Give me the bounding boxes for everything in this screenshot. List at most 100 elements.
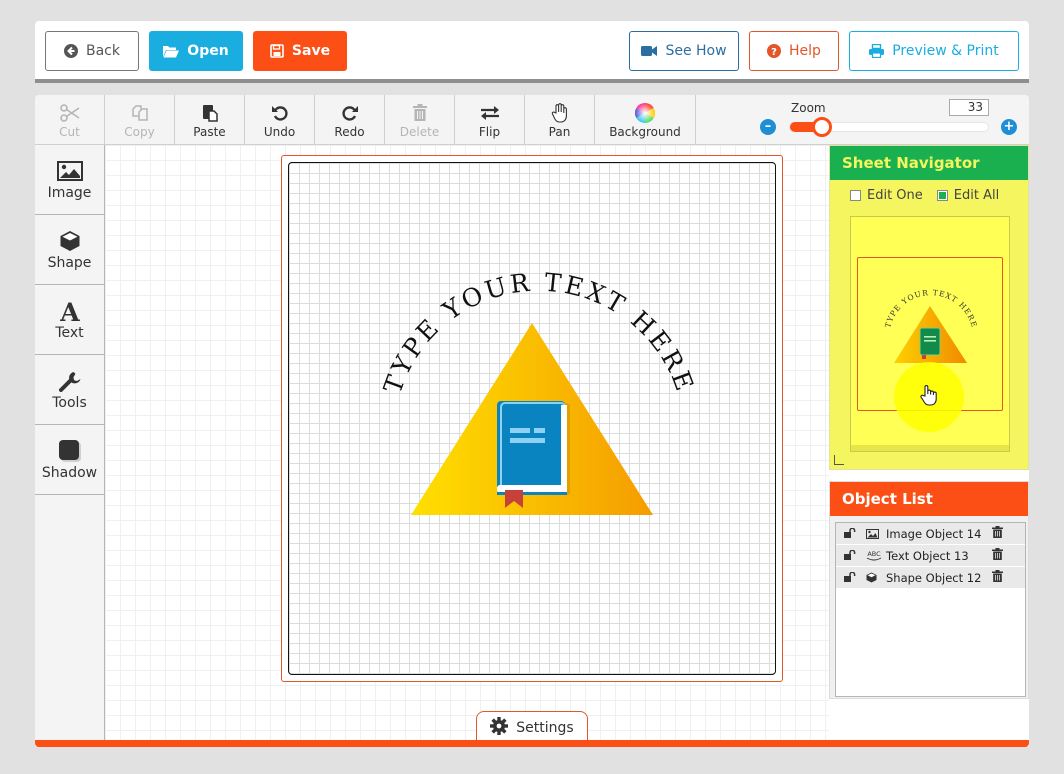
zoom-out-button[interactable]: – (760, 119, 776, 135)
edit-one-checkbox[interactable]: Edit One (850, 188, 923, 203)
object-list-item[interactable]: Image Object 14 (836, 523, 1025, 545)
canvas-workspace[interactable]: TYPE YOUR TEXT HERE Settings (105, 145, 829, 746)
navigator-resize-handle[interactable] (834, 455, 844, 465)
sidebar-item-label: Shadow (41, 464, 98, 481)
flip-arrows-icon (480, 103, 500, 123)
curved-text-icon: ABC (866, 550, 886, 561)
edit-all-label: Edit All (953, 188, 1000, 203)
sidebar-item-text[interactable]: A Text (35, 285, 104, 355)
background-button[interactable]: Background (595, 95, 696, 144)
thumbnail-book (919, 327, 941, 359)
open-button[interactable]: Open (149, 31, 243, 71)
design-canvas: TYPE YOUR TEXT HERE (378, 268, 697, 515)
preview-print-label: Preview & Print (892, 43, 999, 59)
see-how-button[interactable]: See How (629, 31, 739, 71)
sidebar-item-label: Text (55, 324, 84, 341)
object-name: Image Object 14 (886, 526, 982, 541)
sidebar-item-tools[interactable]: Tools (35, 355, 104, 425)
svg-text:ABC: ABC (867, 550, 881, 558)
image-icon (866, 528, 886, 539)
pan-button[interactable]: Pan (525, 95, 595, 144)
background-label: Background (609, 125, 681, 139)
zoom-slider-thumb[interactable] (812, 117, 832, 137)
folder-open-icon (163, 45, 180, 58)
question-circle-icon: ? (767, 44, 782, 58)
color-wheel-icon (635, 103, 655, 123)
preview-print-button[interactable]: Preview & Print (849, 31, 1019, 71)
object-list: Image Object 14 ABC Text Object 13 Shape… (835, 522, 1026, 697)
object-list-item[interactable]: ABC Text Object 13 (836, 545, 1025, 567)
hand-icon (551, 103, 569, 123)
unlock-icon[interactable] (844, 570, 860, 585)
object-list-item[interactable]: Shape Object 12 (836, 567, 1025, 589)
sheet-bleed-border: TYPE YOUR TEXT HERE (281, 155, 783, 682)
zoom-label: Zoom (791, 101, 826, 115)
edit-all-checkbox[interactable]: Edit All (936, 188, 1000, 203)
paste-label: Paste (193, 125, 226, 139)
object-name: Text Object 13 (886, 548, 969, 563)
hand-pointer-icon (920, 384, 938, 410)
checkbox-box (850, 190, 861, 201)
save-button[interactable]: Save (253, 31, 347, 71)
delete-button[interactable]: Delete (385, 95, 455, 144)
book-image-object[interactable] (497, 401, 570, 508)
cube-icon (59, 229, 81, 253)
cut-button[interactable]: Cut (35, 95, 105, 144)
edit-one-label: Edit One (867, 188, 923, 203)
trash-icon (412, 103, 428, 123)
sidebar-item-shape[interactable]: Shape (35, 215, 104, 285)
sheet-navigator-title: Sheet Navigator (830, 146, 1028, 180)
sidebar-item-shadow[interactable]: Shadow (35, 425, 104, 495)
edit-mode-options: Edit One Edit All (850, 188, 999, 203)
pan-label: Pan (548, 125, 571, 139)
image-icon (56, 159, 83, 183)
undo-icon (271, 103, 289, 123)
object-list-title: Object List (830, 482, 1028, 516)
zoom-in-button[interactable]: + (1001, 119, 1017, 135)
sidebar-item-image[interactable]: Image (35, 145, 104, 215)
unlock-icon[interactable] (844, 548, 860, 563)
delete-label: Delete (399, 125, 440, 139)
redo-button[interactable]: Redo (315, 95, 385, 144)
navigator-preview[interactable]: TYPE YOUR TEXT HERE (850, 216, 1010, 452)
redo-label: Redo (334, 125, 365, 139)
unlock-icon[interactable] (844, 526, 860, 541)
settings-button[interactable]: Settings (476, 711, 588, 743)
object-name: Shape Object 12 (886, 570, 982, 585)
back-button[interactable]: Back (45, 31, 139, 71)
paste-button[interactable]: Paste (175, 95, 245, 144)
copy-icon (131, 103, 149, 123)
zoom-value-input[interactable]: 33 (949, 99, 989, 116)
sidebar-item-label: Tools (52, 394, 87, 411)
delete-object-icon[interactable] (992, 548, 1003, 563)
settings-label: Settings (516, 719, 574, 736)
zoom-slider[interactable] (789, 117, 989, 137)
zoom-control: Zoom 33 – + (755, 95, 1029, 144)
navigator-viewport-lens[interactable] (894, 362, 964, 432)
paste-icon (201, 103, 219, 123)
help-label: Help (789, 43, 821, 59)
flip-label: Flip (478, 125, 501, 139)
sidebar-item-label: Image (47, 184, 92, 201)
video-camera-icon (641, 45, 658, 57)
back-label: Back (86, 43, 120, 59)
copy-label: Copy (124, 125, 155, 139)
undo-button[interactable]: Undo (245, 95, 315, 144)
printer-icon (869, 44, 885, 58)
design-sheet[interactable]: TYPE YOUR TEXT HERE (288, 162, 776, 675)
open-label: Open (187, 43, 229, 59)
undo-label: Undo (263, 125, 296, 139)
copy-button[interactable]: Copy (105, 95, 175, 144)
save-label: Save (291, 43, 331, 59)
flip-button[interactable]: Flip (455, 95, 525, 144)
svg-text:A: A (59, 299, 80, 323)
arrow-left-circle-icon (64, 44, 78, 58)
svg-text:?: ? (771, 47, 777, 58)
wrench-icon (58, 369, 81, 393)
delete-object-icon[interactable] (992, 526, 1003, 541)
left-sidebar: Image Shape A Text Tools Shadow (35, 145, 105, 746)
help-button[interactable]: ? Help (749, 31, 839, 71)
delete-object-icon[interactable] (992, 570, 1003, 585)
object-list-panel: Object List Image Object 14 ABC Text Obj… (829, 481, 1029, 699)
redo-icon (341, 103, 359, 123)
